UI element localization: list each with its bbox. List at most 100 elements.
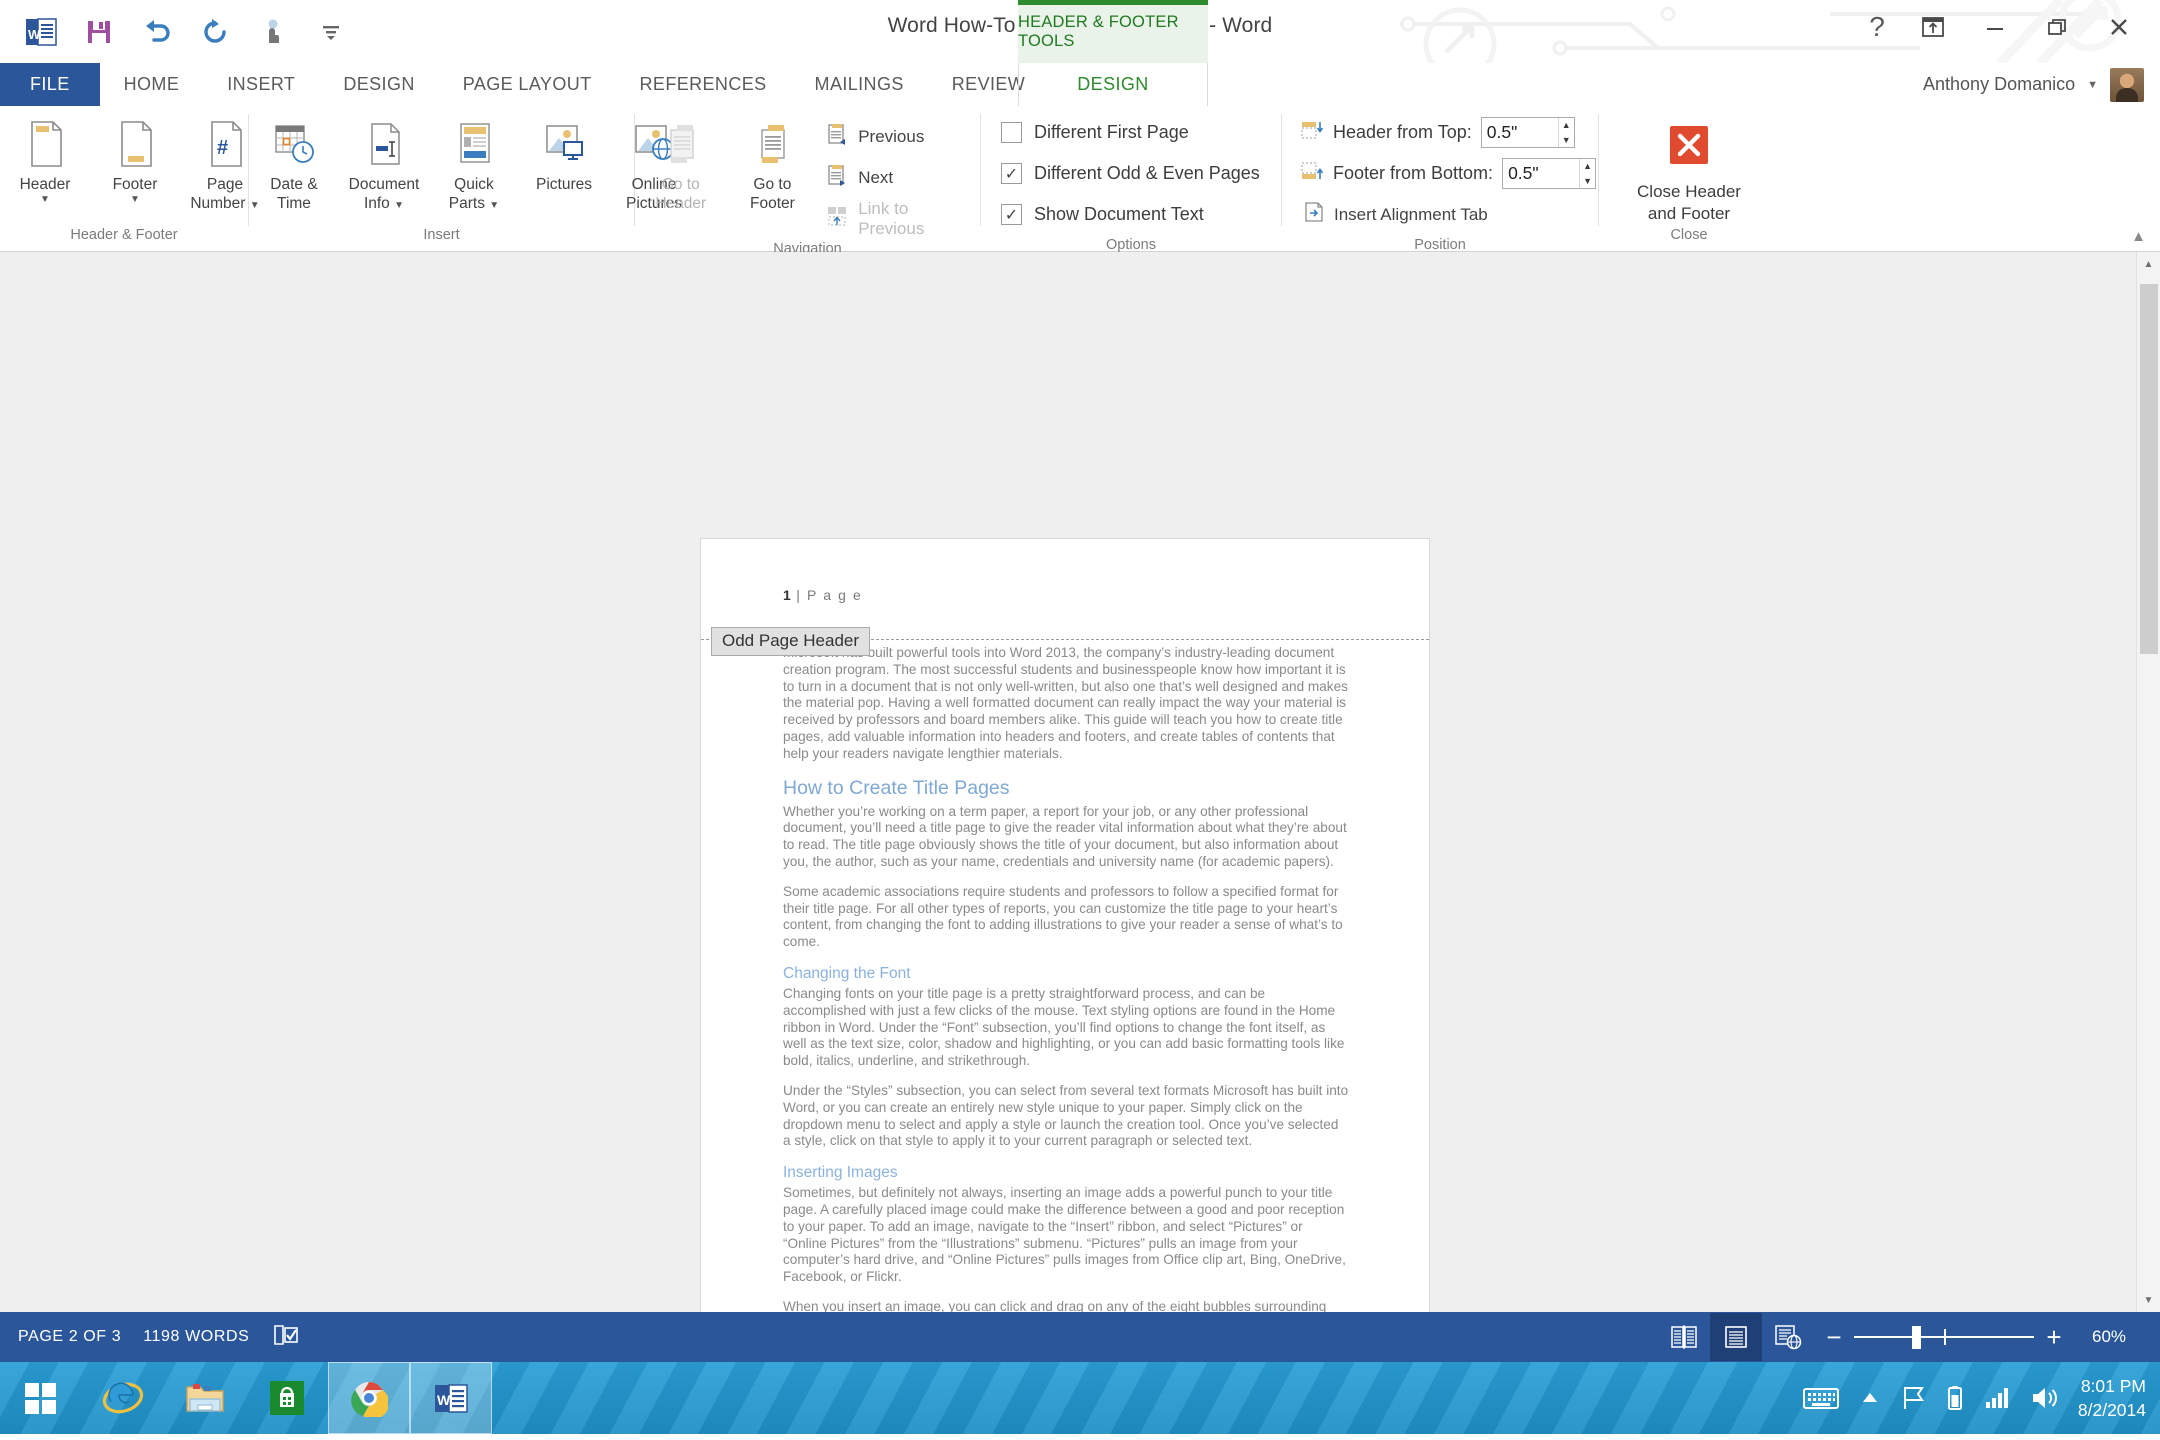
web-layout-button[interactable] [1762,1313,1814,1361]
help-icon[interactable]: ? [1852,6,1902,48]
header-button[interactable]: Header ▼ [0,114,90,205]
stepper-arrows[interactable]: ▲ ▼ [1558,118,1574,147]
internet-explorer-icon[interactable] [82,1362,164,1434]
previous-button[interactable]: Previous [818,116,980,157]
store-icon[interactable] [246,1362,328,1434]
avatar[interactable] [2110,68,2144,102]
ribbon-group-position: Header from Top: ▲ ▼ [1282,106,1598,251]
chrome-icon[interactable] [328,1362,410,1434]
stepper-arrows[interactable]: ▲ ▼ [1579,159,1595,188]
footer-button-label: Footer [113,175,158,194]
restore-button[interactable] [2026,6,2088,48]
save-icon[interactable] [70,8,128,56]
start-button[interactable] [0,1362,82,1434]
minimize-button[interactable] [1964,6,2026,48]
status-bar: PAGE 2 OF 3 1198 WORDS [0,1312,2160,1362]
touch-mode-icon[interactable] [244,8,302,56]
zoom-slider[interactable] [1854,1313,2034,1361]
paragraph-title-pages-1: Whether you’re working on a term paper, … [783,804,1349,871]
tab-references[interactable]: REFERENCES [616,63,791,106]
tab-file[interactable]: FILE [0,63,100,106]
page-indicator[interactable]: PAGE 2 OF 3 [18,1328,143,1346]
link-to-previous-button[interactable]: Link to Previous [818,198,980,239]
read-mode-button[interactable] [1658,1313,1710,1361]
document-page-1[interactable]: 1 | P a g e Microsoft has built powerful… [700,538,1430,1312]
zoom-out-button[interactable]: − [1814,1313,1854,1361]
ribbon-group-header-footer: Header ▼ Footer ▼ [0,106,248,251]
svg-text:W: W [28,27,41,42]
document-body[interactable]: Microsoft has built powerful tools into … [783,645,1349,1312]
link-to-previous-icon [824,203,850,234]
action-center-icon[interactable] [1900,1385,1926,1411]
go-to-header-button[interactable]: Go toHeader [635,114,727,213]
chevron-down-icon[interactable]: ▼ [40,195,50,205]
print-layout-button[interactable] [1710,1313,1762,1361]
chevron-down-icon[interactable]: ▼ [2087,79,2098,91]
zoom-in-button[interactable]: + [2034,1313,2074,1361]
word-taskbar-icon[interactable]: W [410,1362,492,1434]
file-explorer-icon[interactable] [164,1362,246,1434]
date-time-button[interactable]: Date &Time [249,114,339,213]
tab-design[interactable]: DESIGN [319,63,438,106]
close-button[interactable] [2088,6,2150,48]
go-to-footer-button[interactable]: Go toFooter [727,114,819,213]
pictures-button[interactable]: Pictures [519,114,609,194]
scroll-up-icon[interactable]: ▲ [2137,252,2160,276]
proofing-status-icon[interactable] [271,1322,321,1353]
word-count[interactable]: 1198 WORDS [143,1328,271,1346]
tab-mailings[interactable]: MAILINGS [791,63,928,106]
tab-page-layout[interactable]: PAGE LAYOUT [439,63,616,106]
collapse-ribbon-icon[interactable]: ▲ [2131,228,2146,245]
document-canvas[interactable]: 1 | P a g e Microsoft has built powerful… [0,252,2160,1312]
stepper-down-icon[interactable]: ▼ [1559,133,1574,148]
chevron-down-icon[interactable]: ▼ [130,195,140,205]
tab-contextual-design[interactable]: DESIGN [1018,63,1208,106]
title-bar: W [0,0,2160,63]
stepper-down-icon[interactable]: ▼ [1580,174,1595,189]
footer-from-bottom-stepper[interactable]: ▲ ▼ [1502,158,1596,189]
quick-parts-button[interactable]: QuickParts ▼ [429,114,519,213]
footer-button[interactable]: Footer ▼ [90,114,180,205]
show-hidden-icons-icon[interactable] [1860,1390,1880,1406]
volume-icon[interactable] [2030,1385,2058,1411]
taskbar-clock[interactable]: 8:01 PM 8/2/2014 [2078,1374,2146,1422]
insert-alignment-tab-button[interactable]: Insert Alignment Tab [1296,194,1494,235]
close-header-and-footer-button[interactable]: Close Headerand Footer [1614,114,1764,225]
tab-home[interactable]: HOME [100,63,204,106]
system-tray: 8:01 PM 8/2/2014 [1802,1362,2146,1434]
ribbon-group-close: Close Headerand Footer Close [1599,106,1779,251]
header-from-top-input[interactable] [1482,118,1558,147]
next-button[interactable]: Next [818,157,980,198]
network-icon[interactable] [1984,1386,2010,1410]
show-document-text-checkbox[interactable]: ✓ Show Document Text [995,194,1210,235]
scrollbar-thumb[interactable] [2140,284,2158,654]
chevron-down-icon[interactable]: ▼ [489,200,499,211]
undo-icon[interactable] [128,8,186,56]
zoom-slider-thumb[interactable] [1912,1326,1921,1349]
header-from-top-stepper[interactable]: ▲ ▼ [1481,117,1575,148]
touch-keyboard-icon[interactable] [1802,1384,1840,1412]
document-info-button[interactable]: DocumentInfo ▼ [339,114,429,213]
heading-changing-the-font: Changing the Font [783,964,1349,984]
battery-icon[interactable] [1946,1385,1964,1411]
different-first-page-checkbox[interactable]: Different First Page [995,112,1195,153]
ribbon-group-insert: Date &Time DocumentInfo ▼ [249,106,634,251]
vertical-scrollbar[interactable]: ▲ ▼ [2136,252,2160,1312]
close-header-footer-icon [1666,122,1712,173]
customize-qat-icon[interactable] [302,8,360,56]
zoom-level[interactable]: 60% [2074,1327,2144,1347]
redo-icon[interactable] [186,8,244,56]
footer-from-bottom-input[interactable] [1503,159,1579,188]
status-bar-left: PAGE 2 OF 3 1198 WORDS [0,1322,321,1353]
next-icon [824,162,850,193]
scroll-down-icon[interactable]: ▼ [2137,1288,2160,1312]
status-bar-right: − + 60% [1658,1313,2144,1361]
clock-date: 8/2/2014 [2078,1400,2146,1420]
tab-insert[interactable]: INSERT [203,63,319,106]
chevron-down-icon[interactable]: ▼ [394,200,404,211]
different-odd-even-pages-checkbox[interactable]: ✓ Different Odd & Even Pages [995,153,1266,194]
document-info-icon [362,118,406,170]
stepper-up-icon[interactable]: ▲ [1580,159,1595,174]
stepper-up-icon[interactable]: ▲ [1559,118,1574,133]
ribbon-display-options-icon[interactable] [1902,6,1964,48]
